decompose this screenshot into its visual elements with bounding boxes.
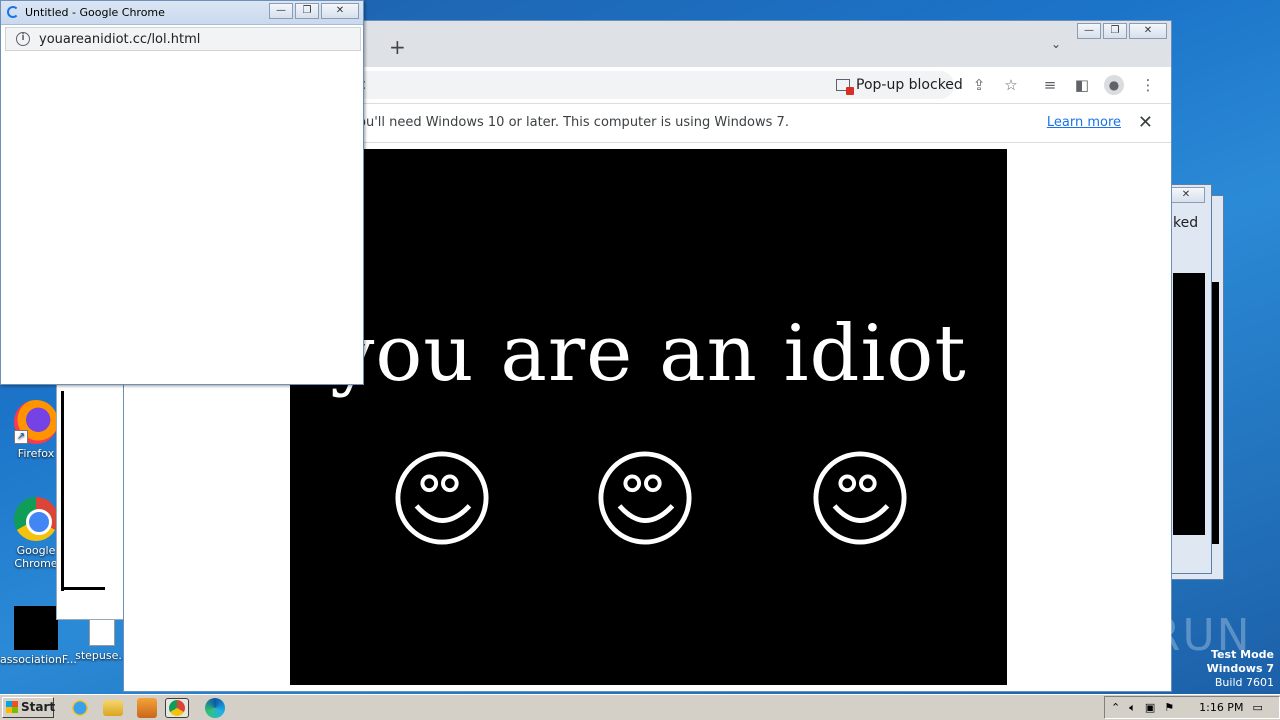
popup-titlebar[interactable]: Untitled - Google Chrome — ❐ ✕ xyxy=(1,1,363,25)
desktop-icon-label: Google Chrome xyxy=(14,544,58,570)
page-headline: you are an idiot xyxy=(330,309,967,399)
edge-icon[interactable] xyxy=(205,698,225,718)
smiley-face-icon xyxy=(813,451,907,545)
bookmark-star-icon[interactable]: ☆ xyxy=(1001,75,1021,95)
media-player-icon[interactable] xyxy=(137,698,157,718)
close-button[interactable]: ✕ xyxy=(1129,23,1167,39)
chrome-icon xyxy=(14,497,58,541)
background-window-right-2[interactable]: ✕ ked xyxy=(1167,184,1212,574)
taskbar: Start ⌃ 🔈︎ ▣ ⚑ 1:16 PM ▭ xyxy=(0,694,1280,720)
show-hidden-icons-icon[interactable]: ⌃ xyxy=(1111,701,1120,714)
maximize-button[interactable]: ❐ xyxy=(295,3,319,19)
profile-avatar-icon[interactable]: ● xyxy=(1104,75,1124,95)
system-tray: ⌃ 🔈︎ ▣ ⚑ 1:16 PM ▭ xyxy=(1104,696,1280,719)
volume-icon[interactable]: 🔈︎ xyxy=(1129,701,1136,715)
desktop-icon-label: Firefox xyxy=(17,447,55,460)
build-line: Build 7601 xyxy=(1214,676,1274,689)
windows-version-line: Windows 7 xyxy=(1206,662,1274,675)
close-button[interactable]: ✕ xyxy=(1167,187,1205,203)
learn-more-link[interactable]: Learn more xyxy=(1047,115,1121,130)
popup-url-text: youareanidiot.cc/lol.html xyxy=(39,32,201,47)
tab-search-chevron-icon[interactable]: ⌄ xyxy=(1051,37,1061,51)
window-content xyxy=(1211,282,1219,544)
background-window-left[interactable] xyxy=(56,380,126,620)
network-icon[interactable]: ▣ xyxy=(1145,701,1155,714)
file-explorer-icon[interactable] xyxy=(103,700,123,716)
popup-blocked-chip[interactable]: Pop-up blocked xyxy=(836,71,963,99)
window-content xyxy=(61,391,64,591)
side-panel-icon[interactable]: ◧ xyxy=(1072,75,1092,95)
test-mode-line: Test Mode xyxy=(1211,648,1274,661)
desktop-icon-label: stepuse... xyxy=(75,649,129,662)
loading-spinner-icon xyxy=(7,6,19,18)
maximize-button[interactable]: ❐ xyxy=(1103,23,1127,39)
popup-blocked-icon xyxy=(836,79,854,95)
idiot-page-panel[interactable]: you are an idiot xyxy=(290,149,1007,685)
popup-window[interactable]: Untitled - Google Chrome — ❐ ✕ i youarea… xyxy=(0,0,364,385)
start-button[interactable]: Start xyxy=(2,697,56,718)
minimize-button[interactable]: — xyxy=(269,3,293,19)
new-tab-button[interactable]: + xyxy=(389,35,406,59)
menu-kebab-icon[interactable]: ⋮ xyxy=(1138,75,1158,95)
smiley-face-icon xyxy=(598,451,692,545)
file-icon xyxy=(14,606,58,650)
popup-address-bar[interactable]: i youareanidiot.cc/lol.html xyxy=(5,27,361,51)
window-caption-buttons: — ❐ ✕ xyxy=(1077,23,1167,39)
close-button[interactable]: ✕ xyxy=(321,3,359,19)
smiley-face-icon xyxy=(395,451,489,545)
chrome-icon xyxy=(169,700,185,716)
window-caption-buttons: — ❐ ✕ xyxy=(269,3,359,19)
shortcut-arrow-icon: ↗ xyxy=(14,430,28,444)
window-content xyxy=(1173,273,1205,535)
minimize-button[interactable]: — xyxy=(1077,23,1101,39)
internet-explorer-icon[interactable] xyxy=(70,698,90,718)
desktop-icon-label: associationF... xyxy=(0,653,77,666)
popup-blocked-fragment: ked xyxy=(1173,215,1199,231)
window-content xyxy=(61,587,105,590)
media-control-icon[interactable]: ≡ xyxy=(1040,75,1060,95)
action-center-flag-icon[interactable]: ⚑ xyxy=(1164,701,1174,714)
windows-logo-icon xyxy=(6,701,18,713)
share-icon[interactable]: ⇪ xyxy=(969,75,989,95)
show-desktop-icon[interactable]: ▭ xyxy=(1252,701,1262,714)
popup-blocked-label: Pop-up blocked xyxy=(856,77,963,93)
infobar-message: ou'll need Windows 10 or later. This com… xyxy=(358,115,789,130)
firefox-icon: ↗ xyxy=(14,400,58,444)
info-icon[interactable]: i xyxy=(16,32,30,46)
infobar-close-icon[interactable]: ✕ xyxy=(1138,112,1153,133)
test-mode-label: Test Mode Windows 7 Build 7601 xyxy=(1207,648,1274,690)
start-label: Start xyxy=(21,700,56,714)
clock[interactable]: 1:16 PM xyxy=(1199,701,1243,714)
popup-title: Untitled - Google Chrome xyxy=(25,6,165,19)
chrome-taskbar-icon[interactable] xyxy=(165,698,189,718)
